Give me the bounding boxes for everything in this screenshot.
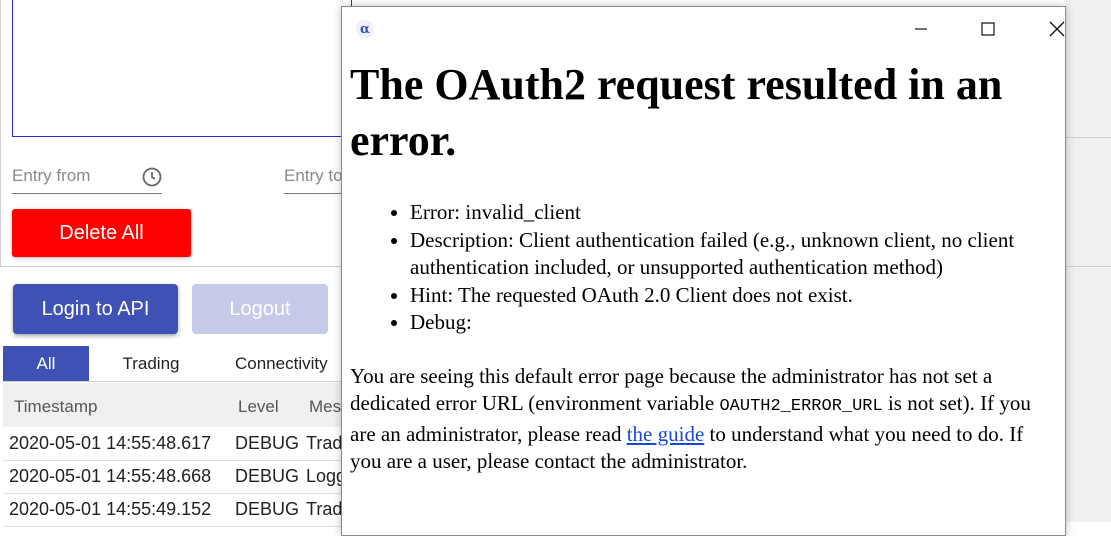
tabs-divider <box>3 381 343 382</box>
tab-all[interactable]: All <box>3 346 89 381</box>
guide-link[interactable]: the guide <box>627 422 705 446</box>
level-cell: DEBUG <box>235 499 300 519</box>
table-row[interactable]: 2020-05-01 14:55:49.152 DEBUG Trad <box>3 494 343 527</box>
error-details-list: Error: invalid_client Description: Clien… <box>350 199 1060 337</box>
entry-from-label: Entry from <box>12 166 91 185</box>
error-code-item: Error: invalid_client <box>410 199 1060 227</box>
timestamp-cell: 2020-05-01 14:55:48.617 <box>9 433 212 453</box>
error-debug-item: Debug: <box>410 309 1060 337</box>
error-content: The OAuth2 request resulted in an error.… <box>350 57 1060 476</box>
window-titlebar[interactable]: α <box>342 7 1065 51</box>
env-variable-code: OAUTH2_ERROR_URL <box>719 397 883 416</box>
log-tabs: All Trading Connectivity <box>3 346 343 381</box>
minimize-icon <box>915 28 927 30</box>
oauth-error-window: α The OAuth2 request resulted in an erro… <box>341 6 1066 536</box>
tab-connectivity[interactable]: Connectivity <box>235 346 355 381</box>
admin-info-paragraph: You are seeing this default error page b… <box>350 363 1050 476</box>
minimize-button[interactable] <box>898 7 944 51</box>
column-message[interactable]: Mes <box>309 397 341 417</box>
maximize-button[interactable] <box>965 7 1011 51</box>
table-row[interactable]: 2020-05-01 14:55:48.668 DEBUG Logg <box>3 461 346 494</box>
error-description-item: Description: Client authentication faile… <box>410 227 1060 282</box>
entry-from-field[interactable]: Entry from <box>12 162 162 194</box>
error-hint-item: Hint: The requested OAuth 2.0 Client doe… <box>410 282 1060 310</box>
entry-to-label: Entry to <box>284 166 343 185</box>
timestamp-cell: 2020-05-01 14:55:48.668 <box>9 466 212 486</box>
maximize-icon <box>981 22 995 36</box>
level-cell: DEBUG <box>235 466 300 486</box>
message-cell: Trad <box>306 433 343 453</box>
delete-all-button[interactable]: Delete All <box>12 209 191 257</box>
right-background-strip <box>1066 0 1111 522</box>
table-row[interactable]: 2020-05-01 14:55:48.617 DEBUG Trad <box>3 428 343 461</box>
log-table-header: Timestamp Level Mes <box>3 383 343 427</box>
panel-left-border <box>0 0 1 266</box>
message-textarea[interactable] <box>12 0 352 137</box>
column-level[interactable]: Level <box>238 397 279 417</box>
close-button[interactable] <box>1034 7 1065 51</box>
login-api-button[interactable]: Login to API <box>13 284 178 334</box>
right-divider-1 <box>1066 137 1111 138</box>
message-cell: Trad <box>306 499 343 519</box>
timestamp-cell: 2020-05-01 14:55:49.152 <box>9 499 212 519</box>
logout-button[interactable]: Logout <box>192 284 328 334</box>
column-timestamp[interactable]: Timestamp <box>14 397 97 417</box>
app-logo-icon: α <box>356 20 374 38</box>
clock-icon[interactable] <box>142 167 162 187</box>
tab-trading[interactable]: Trading <box>89 346 213 381</box>
error-title: The OAuth2 request resulted in an error. <box>350 60 1003 165</box>
right-divider-2 <box>1066 266 1111 267</box>
level-cell: DEBUG <box>235 433 300 453</box>
close-icon <box>1049 21 1065 37</box>
